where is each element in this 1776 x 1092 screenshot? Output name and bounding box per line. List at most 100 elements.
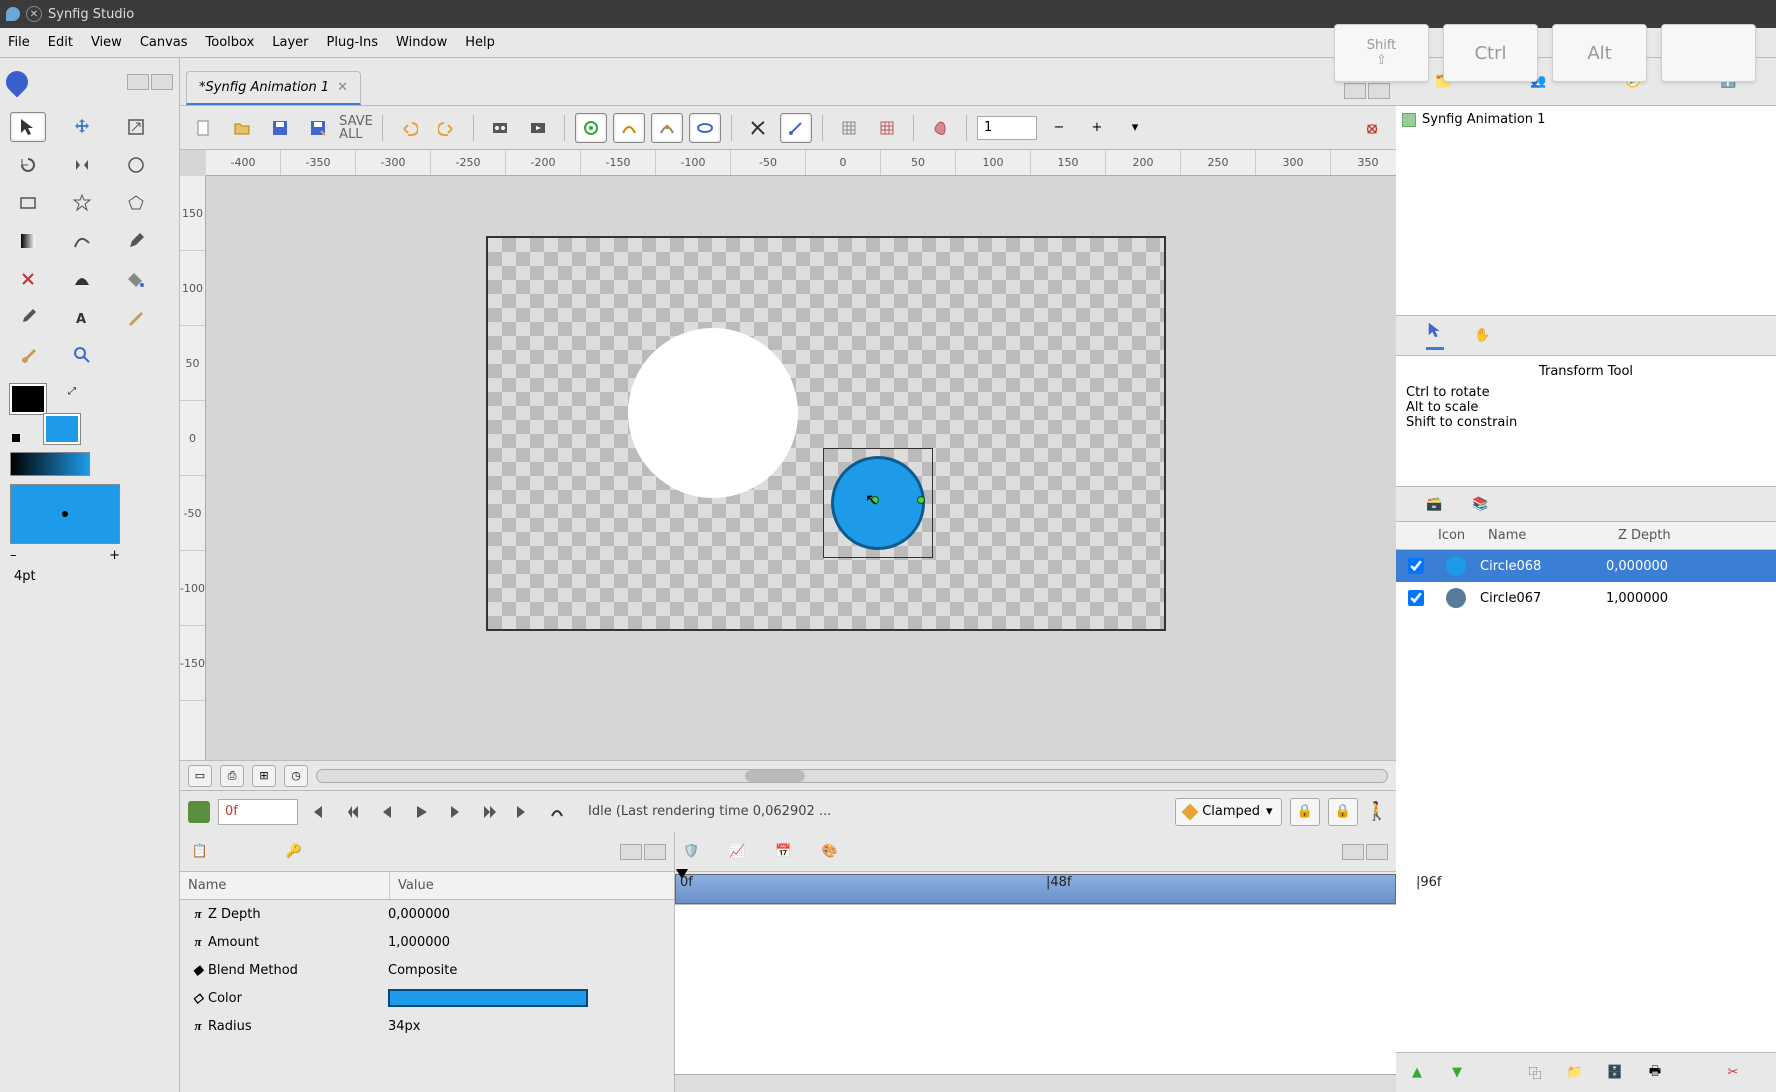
seek-next-key-button[interactable] — [476, 799, 502, 825]
tool-scale[interactable] — [118, 112, 154, 142]
tool-rectangle[interactable] — [10, 188, 46, 218]
timetrack-button-1[interactable]: ⎙ — [220, 765, 244, 787]
document-tab[interactable]: *Synfig Animation 1 ✕ — [186, 71, 361, 105]
tool-circle[interactable] — [118, 150, 154, 180]
onion-handles-button[interactable] — [613, 113, 645, 143]
layer-visibility-checkbox[interactable] — [1408, 558, 1424, 574]
color-swatches[interactable]: ⤢ — [10, 384, 80, 444]
layers-header-icon[interactable]: Icon — [1430, 522, 1480, 549]
brush-size[interactable]: 4pt — [10, 567, 169, 586]
keyframe-lock-future-button[interactable]: 🔒 — [1328, 798, 1358, 826]
layer-cut-button[interactable]: ✂ — [1722, 1062, 1744, 1084]
snap-grid-button[interactable] — [871, 113, 903, 143]
layer-circle-white[interactable] — [628, 328, 798, 498]
palette-tab-icon[interactable]: 🎨 — [822, 844, 838, 859]
menu-toolbox[interactable]: Toolbox — [206, 35, 255, 50]
redo-button[interactable] — [431, 113, 463, 143]
horizontal-scrollbar[interactable] — [316, 769, 1388, 783]
timeline-scrollbar[interactable] — [675, 1074, 1396, 1092]
grid-button[interactable] — [833, 113, 865, 143]
tool-mirror[interactable] — [64, 150, 100, 180]
menu-edit[interactable]: Edit — [48, 35, 73, 50]
tool-brush[interactable] — [10, 340, 46, 370]
animate-edit-mode-icon[interactable]: 🚶 — [1366, 801, 1388, 822]
close-tab-icon[interactable]: ✕ — [337, 80, 348, 95]
save-as-button[interactable] — [302, 113, 334, 143]
tool-options-tab[interactable] — [1426, 321, 1444, 350]
layer-raise-button[interactable]: ▲ — [1406, 1062, 1428, 1084]
cancel-render-button[interactable]: ⦻ — [1356, 113, 1388, 143]
tool-cutout[interactable] — [10, 264, 46, 294]
menu-plugins[interactable]: Plug-Ins — [327, 35, 378, 50]
duck-radius[interactable] — [917, 496, 925, 504]
tool-text[interactable]: A — [64, 302, 100, 332]
foreground-color[interactable] — [10, 384, 46, 414]
menu-help[interactable]: Help — [465, 35, 495, 50]
layer-lower-button[interactable]: ▼ — [1446, 1062, 1468, 1084]
zoom-in-button[interactable]: + — [1081, 113, 1113, 143]
timeline-body[interactable] — [675, 904, 1396, 1074]
zoom-menu-button[interactable]: ▾ — [1119, 113, 1151, 143]
color-value-swatch[interactable] — [388, 989, 588, 1007]
gradient-swatch[interactable] — [10, 452, 90, 476]
layer-name[interactable]: Circle068 — [1480, 559, 1606, 574]
tool-width[interactable] — [64, 264, 100, 294]
layer-visibility-checkbox[interactable] — [1408, 590, 1424, 606]
undo-button[interactable] — [393, 113, 425, 143]
play-button[interactable] — [408, 799, 434, 825]
artboard[interactable]: ↖ — [486, 236, 1166, 631]
timetrack-tab-icon[interactable]: 🛡️ — [683, 844, 699, 859]
panel-tab[interactable] — [1344, 83, 1366, 99]
timetrack-button-3[interactable]: ◷ — [284, 765, 308, 787]
seek-prev-frame-button[interactable] — [374, 799, 400, 825]
onion-low-button[interactable] — [651, 113, 683, 143]
params-tab-icon[interactable]: 📋 — [188, 840, 212, 864]
layers-header-zdepth[interactable]: Z Depth — [1610, 522, 1776, 549]
seek-start-button[interactable] — [306, 799, 332, 825]
params-header-value[interactable]: Value — [390, 872, 674, 899]
menu-canvas[interactable]: Canvas — [140, 35, 188, 50]
layer-group-button[interactable]: 📁 — [1564, 1062, 1586, 1084]
brush-decrease[interactable]: – — [10, 548, 17, 563]
tool-fill[interactable] — [118, 264, 154, 294]
tool-transform[interactable] — [10, 112, 46, 142]
panel-tab[interactable] — [151, 74, 173, 90]
menu-window[interactable]: Window — [396, 35, 447, 50]
brush-increase[interactable]: + — [109, 548, 120, 563]
layer-zdepth[interactable]: 1,000000 — [1606, 591, 1668, 606]
layer-row[interactable]: Circle068 0,000000 — [1396, 550, 1776, 582]
layers-header-name[interactable]: Name — [1480, 522, 1610, 549]
tool-eyedrop[interactable] — [10, 302, 46, 332]
render-shield-icon[interactable] — [188, 801, 210, 823]
zoom-input[interactable] — [977, 116, 1037, 140]
layer-select-all-button[interactable]: 🖶 — [1644, 1062, 1666, 1084]
preview-button[interactable] — [522, 113, 554, 143]
save-all-button[interactable]: SAVE ALL — [340, 113, 372, 143]
curves-tab-icon[interactable]: 📈 — [729, 844, 745, 859]
layer-duplicate-button[interactable]: ⿻ — [1524, 1062, 1546, 1084]
tool-gradient[interactable] — [10, 226, 46, 256]
layer-encapsulate-button[interactable]: 🗄️ — [1604, 1062, 1626, 1084]
seek-next-frame-button[interactable] — [442, 799, 468, 825]
timeline-ruler[interactable]: 0f |48f |96f — [675, 874, 1396, 904]
tool-spline[interactable] — [64, 226, 100, 256]
layer-zdepth[interactable]: 0,000000 — [1606, 559, 1668, 574]
layer-name[interactable]: Circle067 — [1480, 591, 1606, 606]
panel-tab[interactable] — [644, 844, 666, 860]
tool-star[interactable] — [64, 188, 100, 218]
menu-file[interactable]: File — [8, 35, 30, 50]
layers-tab-icon[interactable]: 🗃️ — [1426, 497, 1442, 512]
library-tab-icon[interactable]: 📚 — [1472, 497, 1488, 512]
mask-button[interactable] — [742, 113, 774, 143]
zoom-out-button[interactable]: − — [1043, 113, 1075, 143]
brush-preview[interactable] — [10, 484, 120, 544]
tool-polygon[interactable] — [118, 188, 154, 218]
canvas-menu-button[interactable]: ▭ — [188, 765, 212, 787]
panel-tab[interactable] — [1366, 844, 1388, 860]
open-file-button[interactable] — [226, 113, 258, 143]
panel-tab[interactable] — [1342, 844, 1364, 860]
layer-circle-blue-selected[interactable]: ↖ — [823, 448, 933, 558]
tool-options-tab-2[interactable]: ✋ — [1474, 328, 1490, 343]
ducks-button[interactable] — [780, 113, 812, 143]
canvas-viewport[interactable]: ↖ — [206, 176, 1396, 760]
